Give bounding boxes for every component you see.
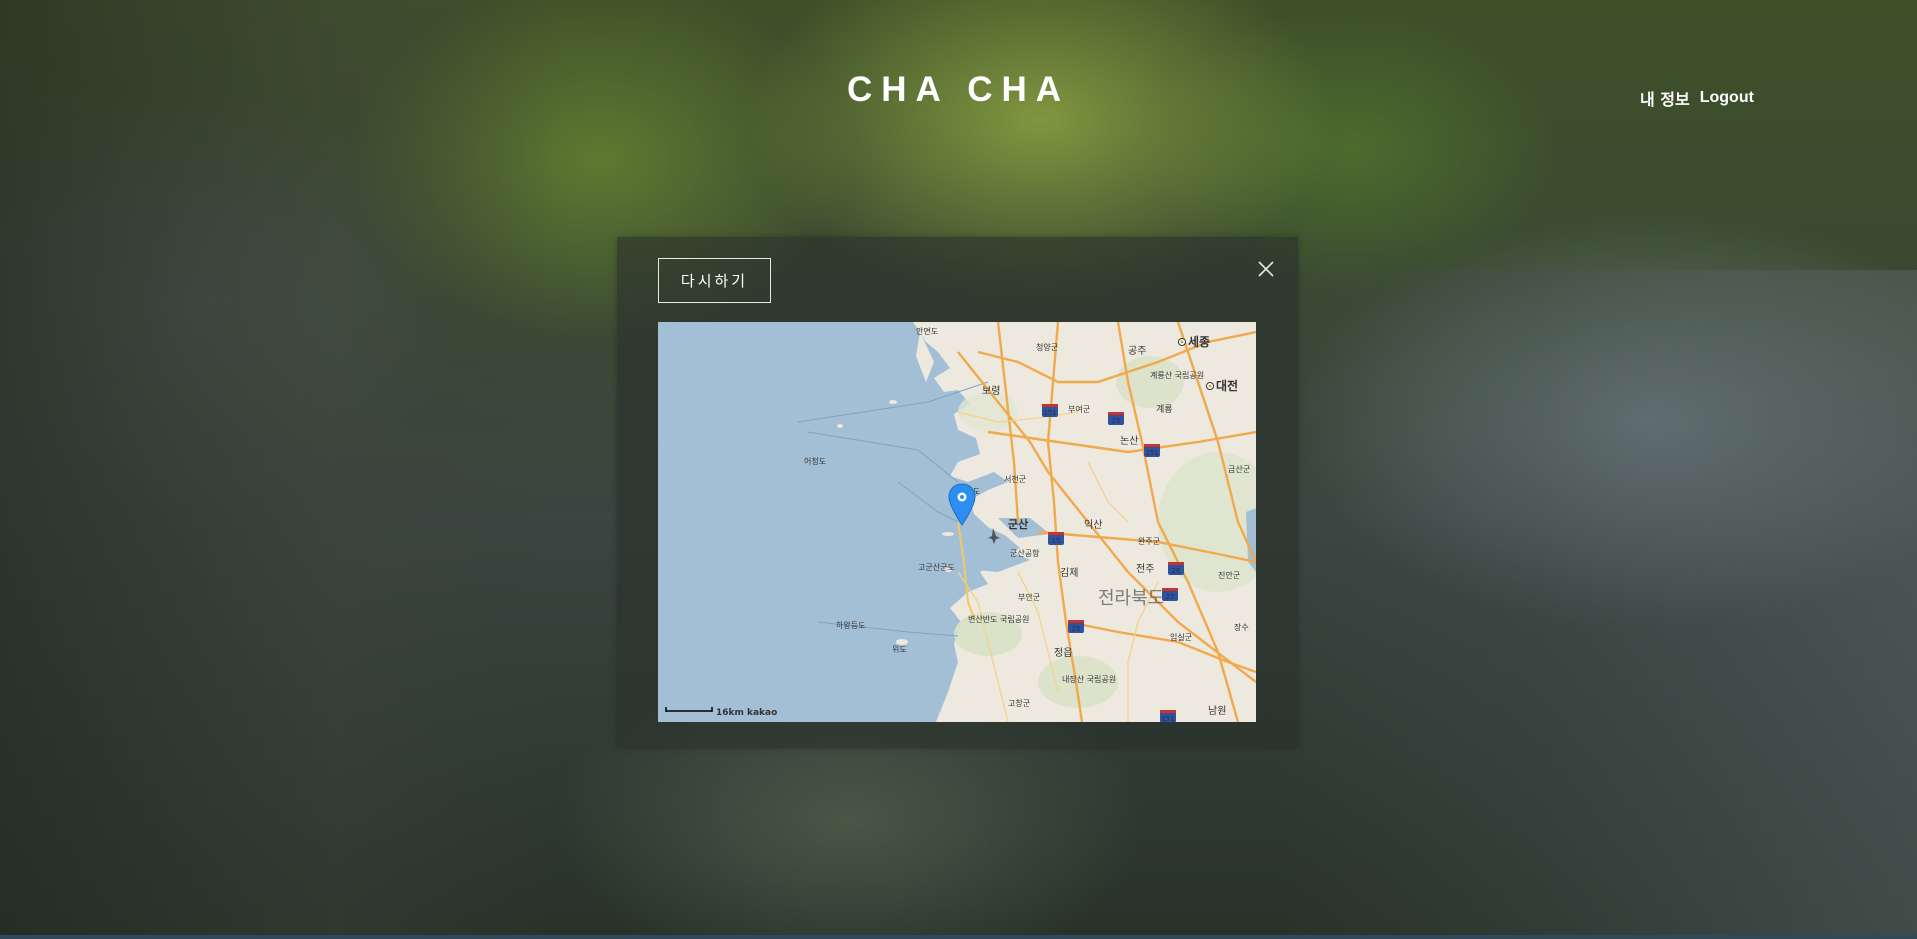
label-sejong: 세종 [1188,334,1210,349]
svg-text:25: 25 [1072,625,1081,633]
label-nonsan: 논산 [1120,435,1138,447]
label-jeonju: 전주 [1136,563,1154,575]
header-nav: 내 정보 Logout [1640,86,1754,110]
label-jeollabukdo: 전라북도 [1098,588,1164,609]
label-wanju: 완주군 [1138,537,1160,546]
logout-link[interactable]: Logout [1700,89,1754,107]
svg-text:26: 26 [1172,567,1181,575]
my-info-link[interactable]: 내 정보 [1640,86,1690,110]
svg-text:251: 251 [1145,449,1158,457]
label-gongju: 공주 [1128,345,1146,357]
route-shield: 251 [1144,444,1160,457]
label-naejangsan: 내장산 국립공원 [1062,674,1116,684]
background-rock-left [0,0,560,939]
route-shield: 151 [1160,710,1176,722]
label-jinan: 진안군 [1218,570,1240,580]
map-scale-label: 16km [716,708,744,718]
svg-text:27: 27 [1166,593,1175,601]
label-yeonggwang-is: 하왕등도 [836,620,865,630]
background-rock-right [1277,270,1917,939]
close-icon[interactable] [1257,260,1275,278]
label-cheongyang: 청양군 [1036,343,1058,352]
bottom-bar [0,935,1917,939]
label-seocheon: 서천군 [1004,474,1026,484]
map-modal: 다시하기 151 25 251 15 26 27 25 151 세종 대전 공주… [617,237,1298,748]
label-buyeo: 부여군 [1068,404,1090,414]
brand-logo[interactable]: CHA CHA [0,70,1917,110]
label-buan: 부안군 [1018,592,1040,602]
city-dot [1180,340,1184,344]
route-shield: 25 [1108,412,1124,425]
label-gyeryong: 계룡 [1156,403,1173,415]
route-shield: 25 [1068,620,1084,633]
map-view[interactable]: 151 25 251 15 26 27 25 151 세종 대전 공주 보령 부… [658,322,1256,722]
svg-text:25: 25 [1112,417,1121,425]
label-iksan: 익산 [1084,519,1102,531]
label-boryeong: 보령 [982,385,1000,397]
label-daejeon: 대전 [1216,378,1238,393]
route-shield: 27 [1162,588,1178,601]
label-gunsan-airport: 군산공항 [1010,548,1040,558]
svg-text:151: 151 [1043,409,1056,417]
label-gyeryong-park: 계룡산 국립공원 [1150,370,1204,380]
label-byeonsan: 변산반도 국립공원 [968,614,1029,624]
label-gogunsan: 고군산군도 [918,562,955,572]
label-gunsan: 군산 [1008,517,1028,531]
map-canvas[interactable]: 151 25 251 15 26 27 25 151 세종 대전 공주 보령 부… [658,322,1256,722]
label-gochang: 고창군 [1008,699,1030,708]
label-geumsan: 금산군 [1228,464,1250,474]
label-imsil: 임실군 [1170,632,1192,642]
label-eocheongdo: 어청도 [804,456,826,466]
label-gimje: 김제 [1060,567,1078,579]
kakao-logo: kakao [747,708,777,718]
retry-button[interactable]: 다시하기 [658,258,771,303]
label-namwon: 남원 [1208,705,1226,717]
route-shield: 15 [1048,532,1064,545]
svg-text:15: 15 [1052,537,1061,545]
city-dot [1208,384,1212,388]
route-shield: 151 [1042,404,1058,417]
label-jangsu: 장수 [1234,622,1249,632]
label-anmyeondo: 안면도 [916,326,938,336]
svg-text:151: 151 [1161,715,1174,722]
page-background: CHA CHA 내 정보 Logout 다시하기 151 25 251 15 2… [0,0,1917,939]
route-shield: 26 [1168,562,1184,575]
label-wido: 위도 [892,645,907,654]
label-jeongeup: 정읍 [1054,647,1072,659]
